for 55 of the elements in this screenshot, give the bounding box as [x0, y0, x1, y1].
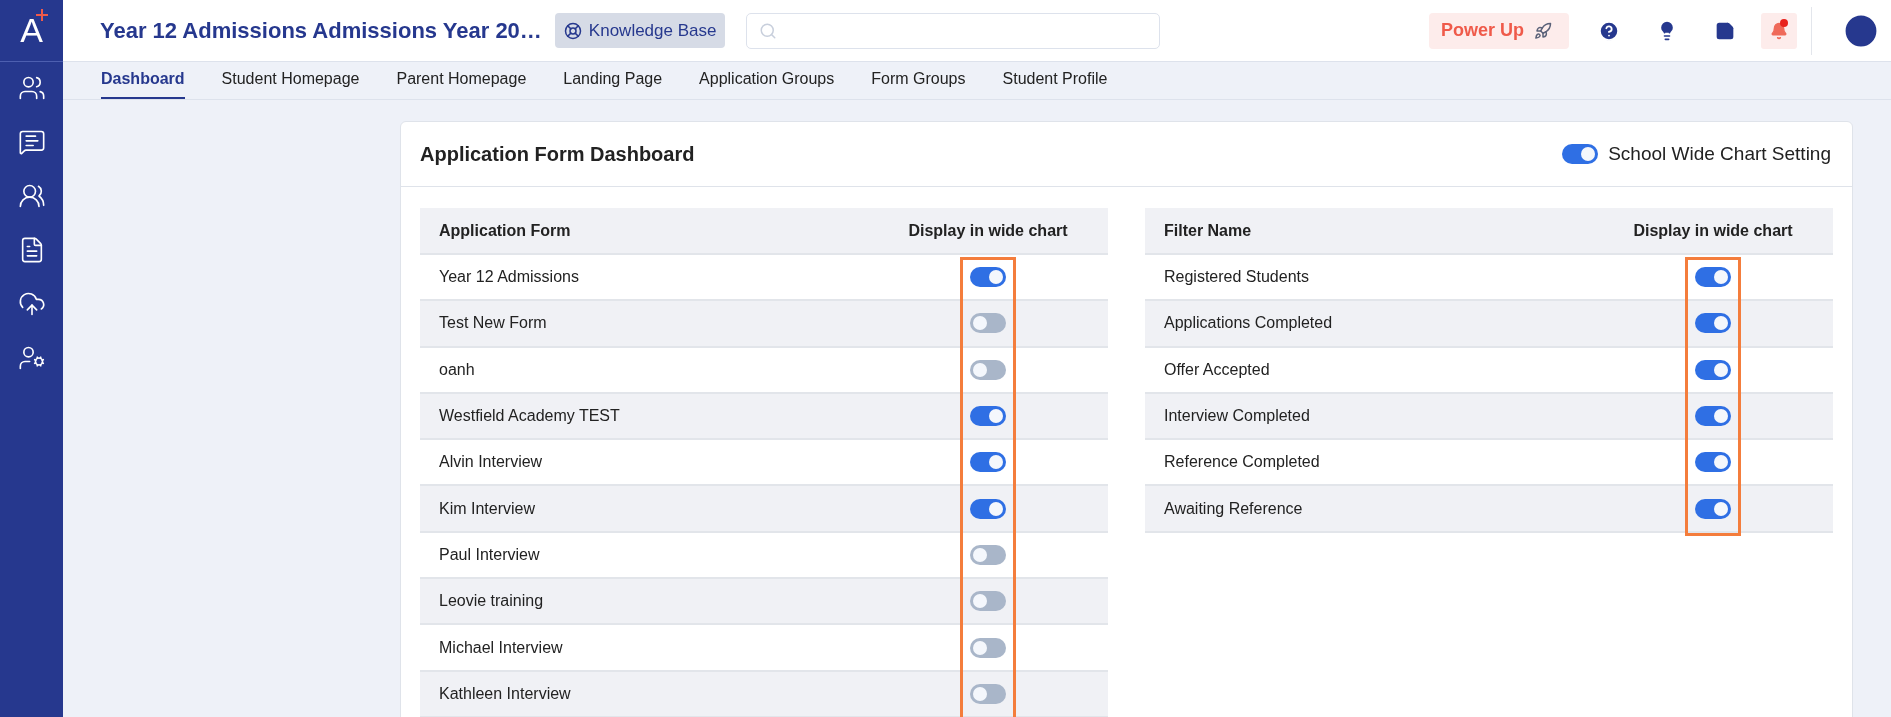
table-cell-text: Awaiting Reference [1163, 499, 1304, 518]
nav-tab[interactable]: Application Groups [699, 62, 835, 99]
toggle-switch[interactable] [1695, 359, 1731, 380]
nav-tab[interactable]: Student Profile [1002, 62, 1108, 99]
rocket-icon [1534, 21, 1552, 40]
toggle-switch[interactable] [1695, 267, 1731, 288]
table-cell-text: Leovie training [438, 592, 545, 611]
toggle-switch[interactable] [1695, 406, 1731, 427]
toggle-switch[interactable] [970, 452, 1006, 473]
toggle-switch[interactable] [970, 498, 1006, 519]
setting-label: School Wide Chart Setting [1608, 143, 1831, 165]
table-cell-text: Michael Interview [438, 638, 564, 657]
knowledge-base-button[interactable]: Knowledge Base [554, 13, 726, 48]
table-cell-text: Paul Interview [438, 545, 541, 564]
table-cell-text: Applications Completed [1163, 314, 1334, 333]
table-cell-text: Kathleen Interview [438, 684, 572, 703]
nav-tab[interactable]: Form Groups [871, 62, 966, 99]
toggle-switch[interactable] [970, 267, 1006, 288]
toggle-switch[interactable] [970, 637, 1006, 658]
table-cell-text: oanh [438, 360, 476, 379]
table-cell-text: Test New Form [438, 314, 548, 333]
notification-bell-icon[interactable] [1761, 12, 1797, 49]
nav-tab[interactable]: Student Homepage [221, 62, 360, 99]
table-cell-text: Registered Students [1163, 268, 1310, 287]
logo-letter: A [20, 11, 43, 50]
table-cell-text: Interview Completed [1163, 407, 1311, 426]
toggle-switch[interactable] [1695, 452, 1731, 473]
toggle-switch[interactable] [970, 683, 1006, 704]
toggle-switch[interactable] [970, 406, 1006, 427]
toggle-switch[interactable] [1695, 498, 1731, 519]
table-cell-text: Alvin Interview [438, 453, 544, 472]
card-title: Application Form Dashboard [420, 142, 695, 166]
nav-tab[interactable]: Landing Page [563, 62, 663, 99]
search-icon [759, 21, 778, 40]
table-cell-text: Offer Accepted [1163, 360, 1271, 379]
column-header: Display in wide chart [1632, 221, 1794, 240]
toggle-switch[interactable] [970, 359, 1006, 380]
nav-tab[interactable]: Parent Homepage [396, 62, 527, 99]
toggle-switch[interactable] [1695, 313, 1731, 334]
column-header: Display in wide chart [907, 221, 1069, 240]
table-cell-text: Kim Interview [438, 499, 537, 518]
toggle-switch[interactable] [970, 544, 1006, 565]
search-field[interactable] [746, 12, 1161, 49]
column-header: Filter Name [1163, 221, 1253, 240]
toggle-switch[interactable] [970, 591, 1006, 612]
table-cell-text: Year 12 Admissions [438, 268, 580, 287]
nav-tab[interactable]: Dashboard [101, 62, 185, 99]
toggle-switch[interactable] [1562, 144, 1599, 164]
page-title: Year 12 Admissions Admissions Year 20… [100, 17, 542, 44]
lifebuoy-icon [563, 21, 582, 40]
column-header: Application Form [438, 221, 572, 240]
table-cell-text: Westfield Academy TEST [438, 407, 621, 426]
table-cell-text: Reference Completed [1163, 453, 1321, 472]
toggle-switch[interactable] [970, 313, 1006, 334]
plus-icon [36, 9, 48, 21]
